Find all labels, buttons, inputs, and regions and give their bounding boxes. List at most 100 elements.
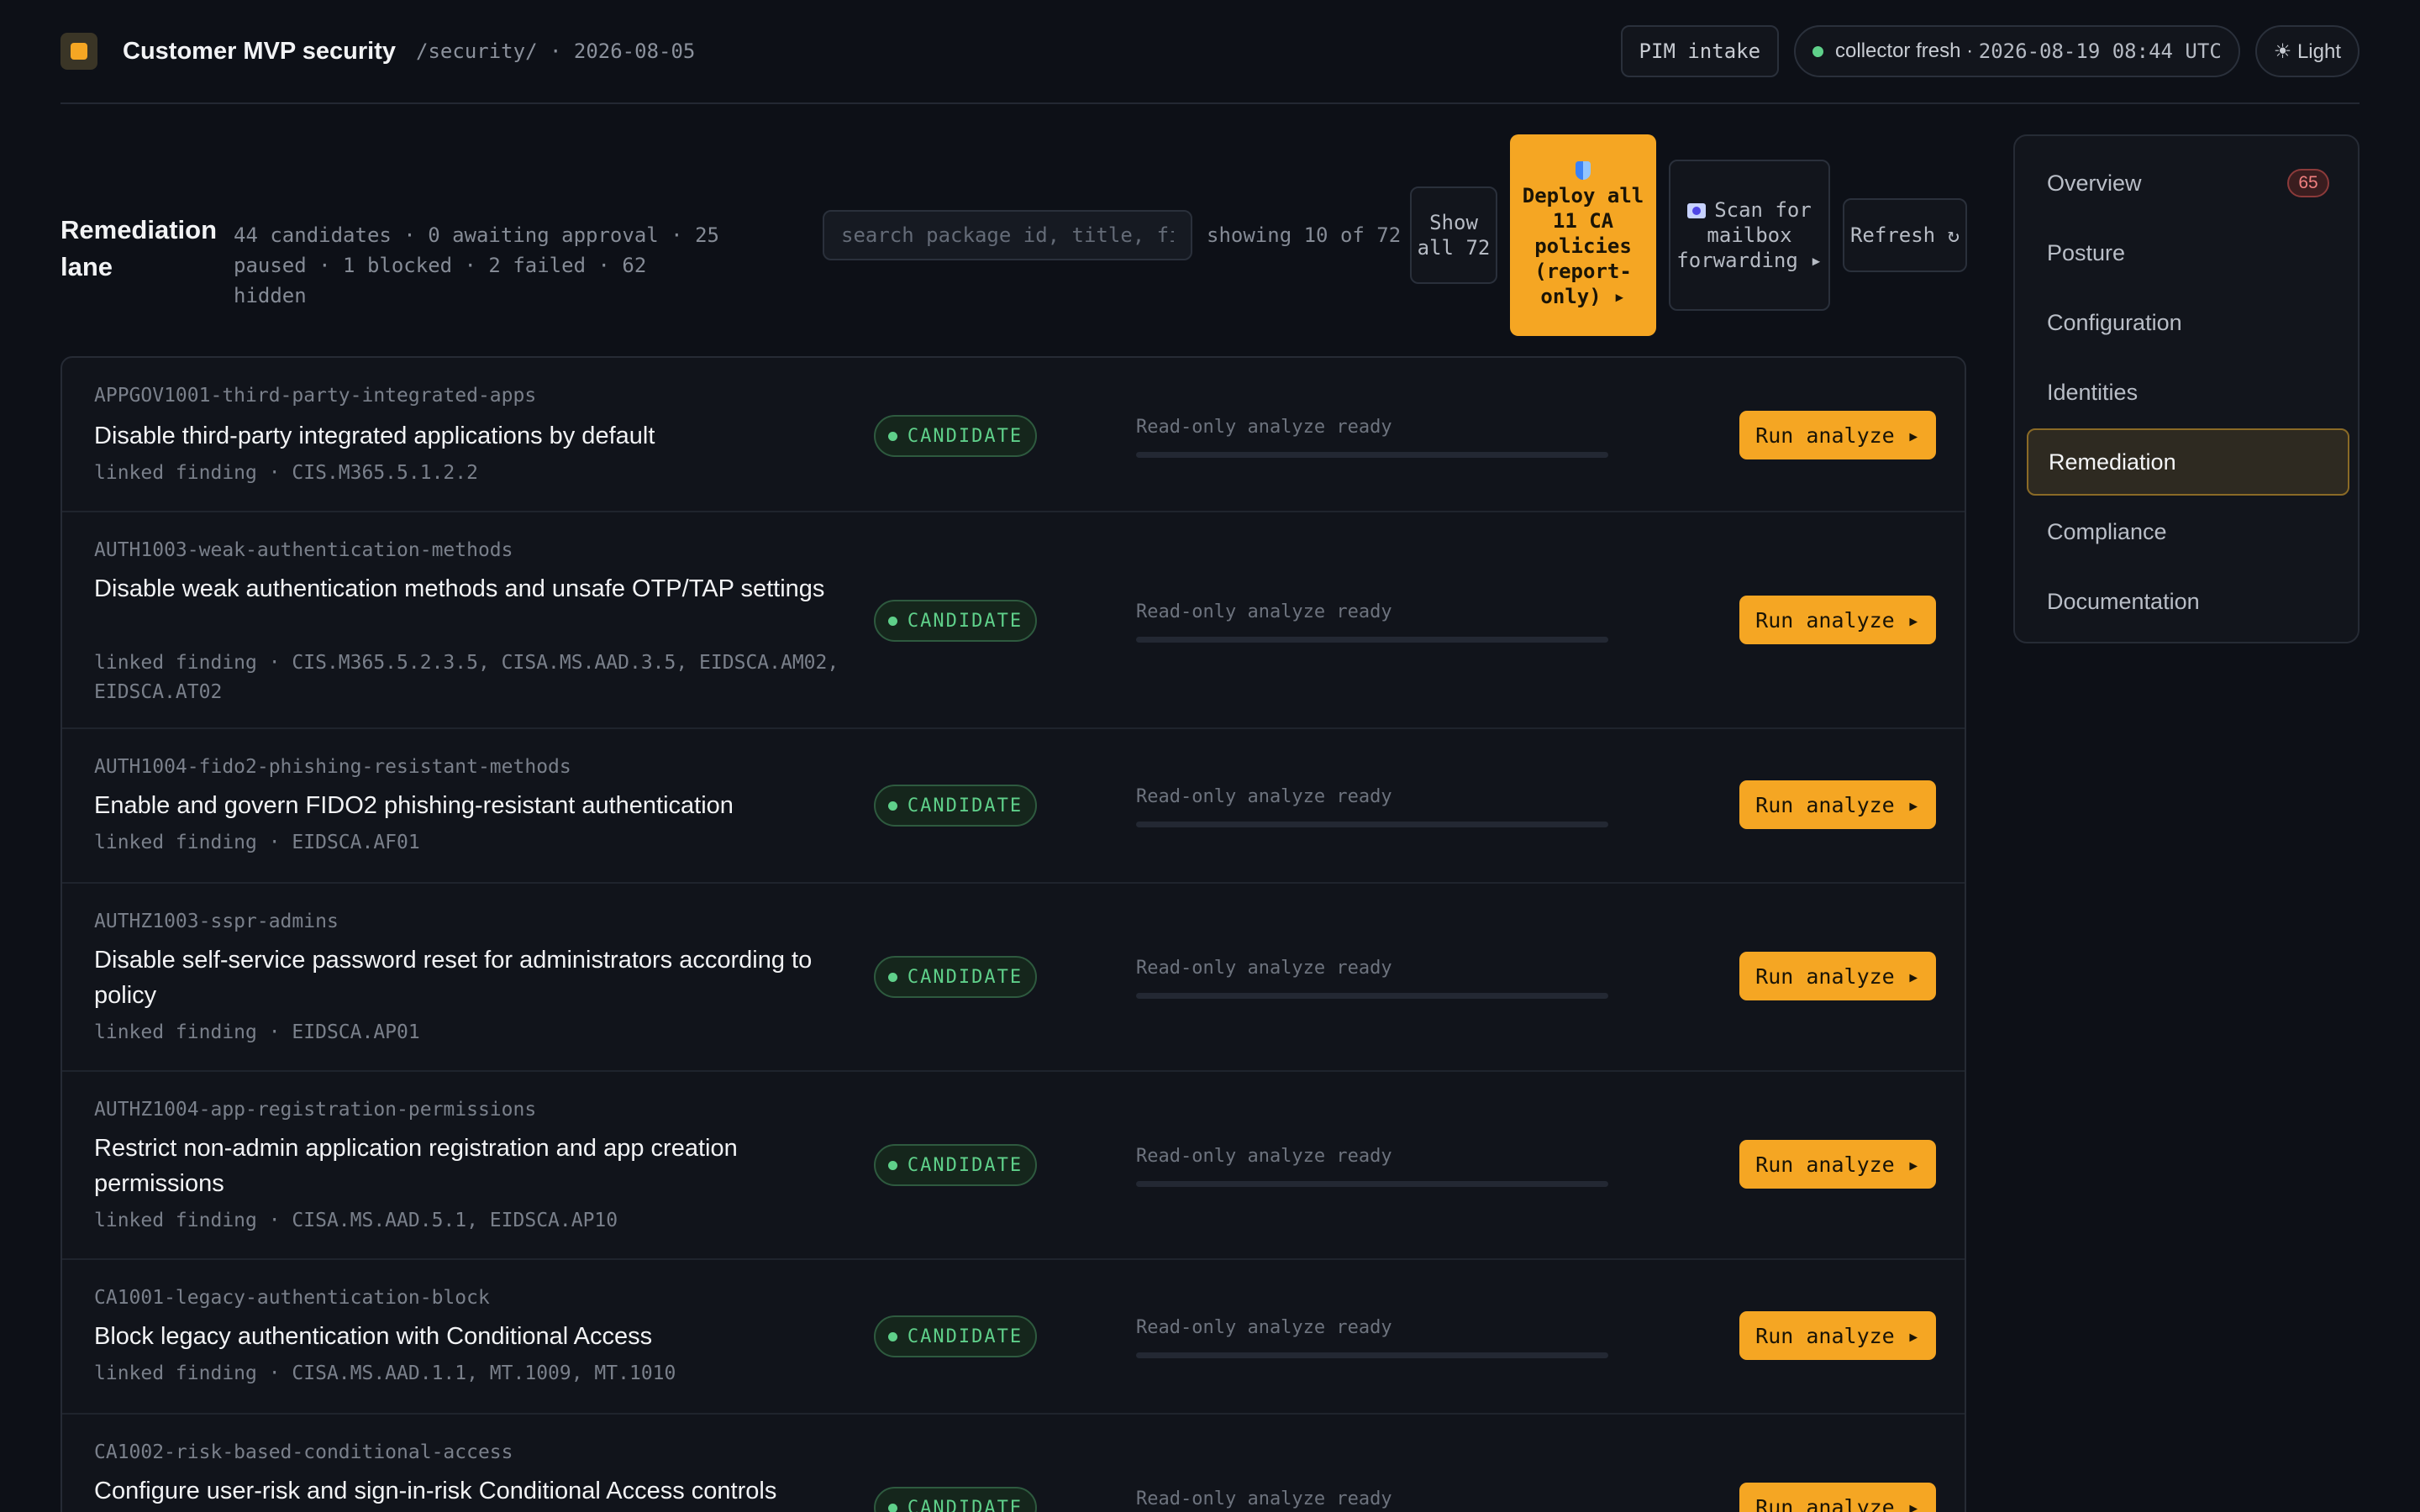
run-analyze-button[interactable]: Run analyze ▸ [1739, 1483, 1936, 1512]
sidebar-item-documentation[interactable]: Documentation [2027, 568, 2349, 635]
breadcrumb-path: /security/ · 2026-08-05 [416, 39, 696, 63]
showing-count: showing 10 of 72 [1207, 223, 1402, 247]
analyze-status: Read-only analyze ready [1136, 417, 1392, 438]
overview-count-badge: 65 [2287, 169, 2329, 197]
analyze-status: Read-only analyze ready [1136, 1488, 1392, 1509]
table-row: CA1001-legacy-authentication-block Block… [62, 1260, 1965, 1415]
remediation-toolbar: Remediation lane 44 candidates · 0 await… [60, 134, 1967, 336]
deploy-button-label: Deploy all 11 CA policies (report-only) … [1522, 184, 1644, 308]
sidebar-item-configuration[interactable]: Configuration [2027, 289, 2349, 356]
package-title: Disable self-service password reset for … [94, 947, 813, 1009]
sidebar-item-label: Documentation [2047, 588, 2200, 614]
linked-finding: linked finding · CISA.MS.AAD.1.1, MT.100… [94, 1362, 676, 1384]
package-id: CA1002-risk-based-conditional-access [94, 1441, 513, 1463]
sidebar-item-label: Overview [2047, 170, 2142, 196]
analyze-status: Read-only analyze ready [1136, 601, 1392, 622]
status-badge: CANDIDATE [874, 1487, 1037, 1512]
refresh-button[interactable]: Refresh ↻ [1843, 198, 1967, 272]
status-badge-label: CANDIDATE [907, 1154, 1023, 1176]
status-badge-label: CANDIDATE [907, 1326, 1023, 1347]
sidebar-item-compliance[interactable]: Compliance [2027, 498, 2349, 565]
logo-square-icon [60, 33, 97, 70]
package-title: Disable third-party integrated applicati… [94, 423, 655, 449]
sidebar-item-posture[interactable]: Posture [2027, 219, 2349, 286]
analyze-progress-bar [1136, 637, 1608, 643]
lane-title: Remediation lane [60, 215, 218, 281]
package-id: AUTH1004-fido2-phishing-resistant-method… [94, 756, 571, 778]
status-badge: CANDIDATE [874, 956, 1037, 998]
package-id: AUTHZ1003-sspr-admins [94, 911, 339, 932]
run-analyze-button[interactable]: Run analyze ▸ [1739, 596, 1936, 644]
status-badge: CANDIDATE [874, 600, 1037, 642]
run-analyze-button[interactable]: Run analyze ▸ [1739, 780, 1936, 829]
package-id: CA1001-legacy-authentication-block [94, 1287, 490, 1309]
run-analyze-button[interactable]: Run analyze ▸ [1739, 1140, 1936, 1189]
table-row: AUTHZ1003-sspr-admins Disable self-servi… [62, 884, 1965, 1072]
search-input[interactable] [823, 210, 1192, 260]
theme-toggle-button[interactable]: ☀ Light [2254, 25, 2360, 77]
shield-icon [1576, 161, 1591, 180]
sidebar-item-label: Compliance [2047, 518, 2167, 544]
show-all-button[interactable]: Show all 72 [1410, 186, 1497, 284]
linked-finding: linked finding · EIDSCA.AF01 [94, 832, 420, 853]
status-badge: CANDIDATE [874, 1144, 1037, 1186]
run-analyze-button[interactable]: Run analyze ▸ [1739, 952, 1936, 1000]
package-title: Block legacy authentication with Conditi… [94, 1323, 653, 1350]
package-id: APPGOV1001-third-party-integrated-apps [94, 385, 537, 407]
package-title: Enable and govern FIDO2 phishing-resista… [94, 792, 734, 819]
status-badge: CANDIDATE [874, 1315, 1037, 1357]
run-analyze-button[interactable]: Run analyze ▸ [1739, 1311, 1936, 1360]
sidebar-item-overview[interactable]: Overview 65 [2027, 150, 2349, 217]
status-badge-label: CANDIDATE [907, 1497, 1023, 1512]
collector-status-badge: collector fresh · 2026-08-19 08:44 UTC [1794, 25, 2240, 77]
package-title: Restrict non-admin application registrat… [94, 1135, 738, 1197]
package-id: AUTHZ1004-app-registration-permissions [94, 1099, 537, 1121]
status-badge: CANDIDATE [874, 415, 1037, 457]
sidebar-item-label: Posture [2047, 239, 2126, 265]
linked-finding: linked finding · CIS.M365.5.2.3.5, CISA.… [94, 652, 839, 703]
analyze-status: Read-only analyze ready [1136, 1146, 1392, 1167]
side-navigation: Overview 65 Posture Configuration Identi… [2013, 134, 2360, 643]
status-badge-label: CANDIDATE [907, 795, 1023, 816]
linked-finding: linked finding · CISA.MS.AAD.5.1, EIDSCA… [94, 1210, 618, 1231]
analyze-status: Read-only analyze ready [1136, 958, 1392, 979]
remediation-list: APPGOV1001-third-party-integrated-apps D… [60, 356, 1966, 1512]
sidebar-item-label: Remediation [2049, 449, 2176, 475]
run-analyze-button[interactable]: Run analyze ▸ [1739, 411, 1936, 459]
deploy-ca-policies-button[interactable]: Deploy all 11 CA policies (report-only) … [1510, 134, 1656, 336]
analyze-progress-bar [1136, 1352, 1608, 1358]
status-badge-label: CANDIDATE [907, 610, 1023, 632]
package-title: Disable weak authentication methods and … [94, 575, 825, 602]
sidebar-item-label: Identities [2047, 379, 2139, 405]
package-title: Configure user-risk and sign-in-risk Con… [94, 1478, 777, 1504]
table-row: AUTH1004-fido2-phishing-resistant-method… [62, 729, 1965, 884]
analyze-progress-bar [1136, 452, 1608, 458]
status-badge-label: CANDIDATE [907, 966, 1023, 988]
status-dot-icon [1812, 45, 1824, 57]
linked-finding: linked finding · CIS.M365.5.1.2.2 [94, 462, 478, 484]
analyze-progress-bar [1136, 993, 1608, 999]
collector-status-label: collector fresh · [1835, 39, 1974, 62]
lane-stats: 44 candidates · 0 awaiting approval · 25… [234, 223, 719, 307]
top-bar: Customer MVP security /security/ · 2026-… [60, 0, 2360, 104]
analyze-progress-bar [1136, 1181, 1608, 1187]
analyze-status: Read-only analyze ready [1136, 786, 1392, 807]
page-title: Customer MVP security [123, 37, 397, 65]
status-badge-label: CANDIDATE [907, 425, 1023, 447]
globe-icon [1687, 203, 1707, 218]
pim-intake-button[interactable]: PIM intake [1620, 25, 1780, 77]
table-row: CA1002-risk-based-conditional-access Con… [62, 1415, 1965, 1512]
sidebar-item-label: Configuration [2047, 309, 2182, 335]
sidebar-item-identities[interactable]: Identities [2027, 359, 2349, 426]
linked-finding: linked finding · EIDSCA.AP01 [94, 1021, 420, 1043]
analyze-progress-bar [1136, 822, 1608, 827]
status-badge: CANDIDATE [874, 785, 1037, 827]
collector-timestamp: 2026-08-19 08:44 UTC [1978, 39, 2222, 63]
sidebar-item-remediation[interactable]: Remediation [2027, 428, 2349, 496]
table-row: APPGOV1001-third-party-integrated-apps D… [62, 358, 1965, 512]
table-row: AUTH1003-weak-authentication-methods Dis… [62, 512, 1965, 729]
analyze-status: Read-only analyze ready [1136, 1317, 1392, 1338]
table-row: AUTHZ1004-app-registration-permissions R… [62, 1072, 1965, 1260]
scan-mailbox-forwarding-button[interactable]: Scan for mailbox forwarding ▸ [1669, 160, 1830, 311]
package-id: AUTH1003-weak-authentication-methods [94, 539, 513, 561]
